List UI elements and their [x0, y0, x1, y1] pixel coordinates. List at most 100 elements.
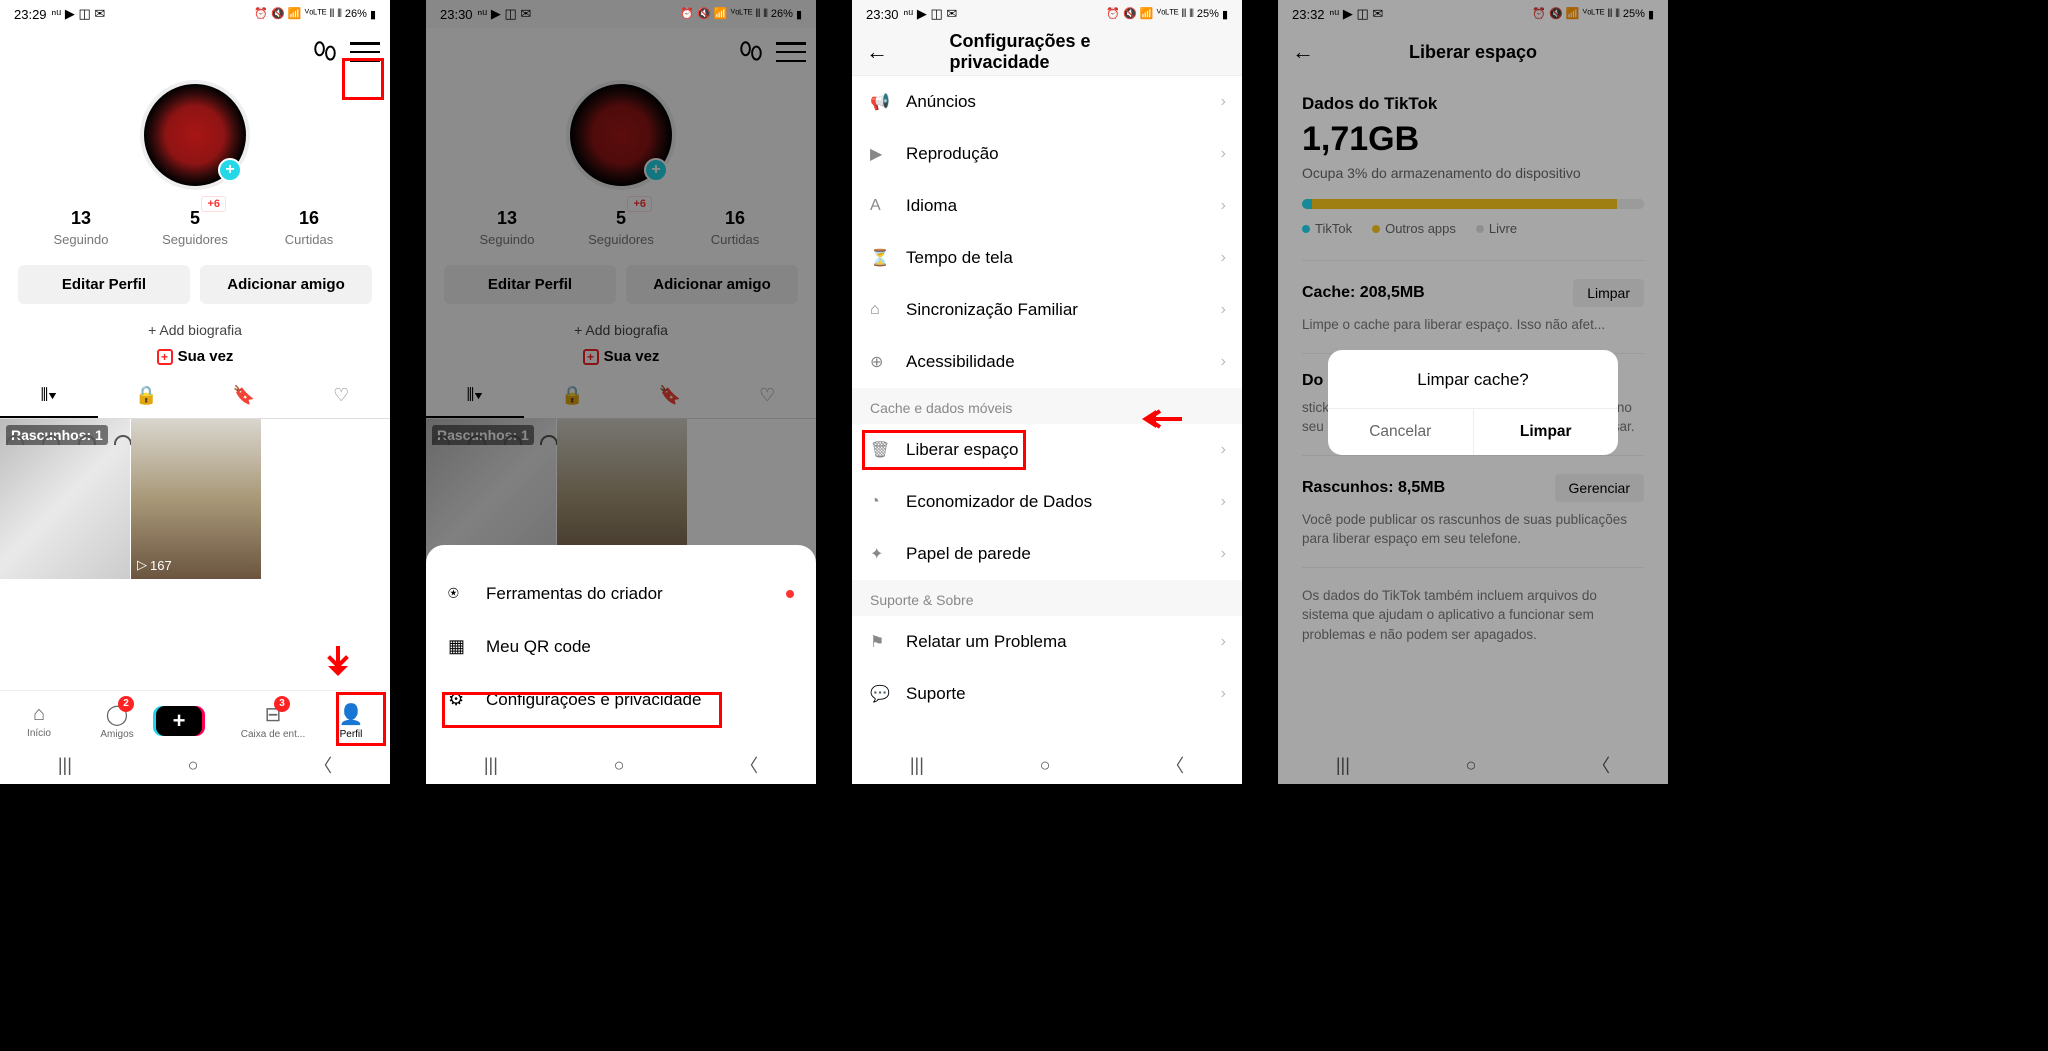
status-time: 23:30 [866, 7, 899, 22]
gauge-icon: ◔ [870, 493, 892, 511]
header-title: Configurações e privacidade [950, 31, 1145, 73]
battery-icon: ▮ [1222, 8, 1228, 21]
home-button[interactable]: ○ [1466, 755, 1477, 776]
profile-tabs: ⫴▾ 🔒 🔖 ♡ [0, 375, 390, 419]
phone-settings: 23:30 ⁿᵘ ▶ ◫ ✉ ⏰ 🔇 📶 ⱽᵒᴸᵀᴱ ⫴ ⫴ 25% ▮ ← C… [852, 0, 1242, 784]
drafts-cell[interactable]: Rascunhos: 1 [0, 419, 130, 579]
back-arrow-icon[interactable]: ← [1292, 39, 1314, 65]
footprint-icon[interactable] [312, 39, 338, 65]
item-accessibility[interactable]: ⊕Acessibilidade› [852, 336, 1242, 388]
stat-likes[interactable]: 16 Curtidas [252, 208, 366, 247]
android-nav: ||| ○ 〈 [426, 746, 816, 784]
recents-button[interactable]: ||| [58, 755, 72, 776]
add-bio-button[interactable]: + Add biografia [0, 310, 390, 344]
friends-icon: ◯ [78, 702, 156, 727]
tab-videos[interactable]: ⫴▾ [0, 375, 98, 418]
phone-storage: 23:32 ⁿᵘ ▶ ◫ ✉ ⏰ 🔇 📶 ⱽᵒᴸᵀᴱ ⫴ ⫴ 25% ▮ ← L… [1278, 0, 1668, 784]
status-notif-icons: ⁿᵘ ▶ ◫ ✉ [1330, 6, 1384, 22]
add-friend-button[interactable]: Adicionar amigo [200, 265, 372, 304]
battery-icon: ▮ [1648, 8, 1654, 21]
your-turn-button[interactable]: + Sua vez [0, 344, 390, 375]
home-icon: ⌂ [0, 703, 78, 726]
footer-note: Os dados do TikTok também incluem arquiv… [1302, 567, 1644, 645]
back-button[interactable]: 〈 [314, 752, 332, 778]
recents-button[interactable]: ||| [484, 755, 498, 776]
item-family[interactable]: ⌂Sincronização Familiar› [852, 284, 1242, 336]
sheet-qr-code[interactable]: ▦ Meu QR code [426, 620, 816, 673]
dialog-confirm-button[interactable]: Limpar [1474, 409, 1619, 455]
hourglass-icon: ⏳ [870, 248, 892, 268]
avatar-add-icon[interactable]: + [218, 158, 242, 182]
tab-liked[interactable]: ♡ [293, 375, 391, 418]
item-data-saver[interactable]: ◔Economizador de Dados› [852, 476, 1242, 528]
dialog-cancel-button[interactable]: Cancelar [1328, 409, 1474, 455]
arrow-annotation [324, 646, 352, 684]
sheet-settings[interactable]: ⚙ Configurações e privacidade [426, 673, 816, 726]
notification-dot [786, 590, 794, 598]
video-grid: Rascunhos: 1 ▷ 167 [0, 419, 390, 579]
trash-icon: 🗑 [870, 440, 892, 460]
profile-header [426, 28, 816, 76]
megaphone-icon: 📢 [870, 92, 892, 112]
profile-avatar[interactable]: + [140, 80, 250, 190]
menu-button[interactable] [350, 40, 380, 64]
home-button[interactable]: ○ [1040, 755, 1051, 776]
status-battery: 25% [1197, 8, 1219, 20]
android-nav: ||| ○ 〈 [852, 746, 1242, 784]
gear-icon: ⚙ [448, 689, 470, 710]
back-button[interactable]: 〈 [1166, 752, 1184, 778]
status-bar: 23:30 ⁿᵘ ▶ ◫ ✉ ⏰ 🔇 📶 ⱽᵒᴸᵀᴱ ⫴ ⫴ 26% ▮ [426, 0, 816, 28]
tab-private[interactable]: 🔒 [98, 375, 196, 418]
back-button[interactable]: 〈 [740, 752, 758, 778]
section-cache: Cache e dados móveis [852, 388, 1242, 424]
home-button[interactable]: ○ [188, 755, 199, 776]
item-wallpaper[interactable]: ✦Papel de parede› [852, 528, 1242, 580]
status-time: 23:30 [440, 7, 473, 22]
home-icon: ⌂ [870, 301, 892, 319]
home-button[interactable]: ○ [614, 755, 625, 776]
status-indicators: ⏰ 🔇 📶 ⱽᵒᴸᵀᴱ ⫴ ⫴ [254, 7, 342, 21]
footprint-icon [738, 39, 764, 65]
storage-legend: TikTok Outros apps Livre [1302, 221, 1644, 236]
status-time: 23:29 [14, 7, 47, 22]
play-icon: ▶ [870, 144, 892, 164]
item-free-space[interactable]: 🗑Liberar espaço› [852, 424, 1242, 476]
manage-drafts-button[interactable]: Gerenciar [1555, 474, 1644, 502]
stat-following[interactable]: 13 Seguindo [24, 208, 138, 247]
status-indicators: ⏰ 🔇 📶 ⱽᵒᴸᵀᴱ ⫴ ⫴ [1106, 7, 1194, 21]
dialog-title: Limpar cache? [1328, 350, 1618, 408]
chevron-right-icon: › [1221, 93, 1226, 111]
back-button[interactable]: 〈 [1592, 752, 1610, 778]
edit-profile-button[interactable]: Editar Perfil [18, 265, 190, 304]
bottom-sheet: ⍟ Ferramentas do criador ▦ Meu QR code ⚙… [426, 545, 816, 746]
back-arrow-icon[interactable]: ← [866, 39, 888, 65]
stat-followers[interactable]: +6 5 Seguidores [138, 208, 252, 247]
item-screentime[interactable]: ⏳Tempo de tela› [852, 232, 1242, 284]
item-playback[interactable]: ▶Reprodução› [852, 128, 1242, 180]
item-support[interactable]: 💬Suporte› [852, 668, 1242, 720]
action-row: Editar Perfil Adicionar amigo [0, 259, 390, 310]
clear-cache-button[interactable]: Limpar [1573, 279, 1644, 307]
drafts-section: Rascunhos: 8,5MB Gerenciar Você pode pub… [1302, 455, 1644, 549]
profile-icon: 👤 [312, 702, 390, 727]
nav-profile[interactable]: 👤Perfil [312, 702, 390, 740]
globe-icon: ⊕ [870, 352, 892, 372]
nav-create[interactable]: + [156, 706, 234, 736]
section-support: Suporte & Sobre [852, 580, 1242, 616]
tab-bookmark[interactable]: 🔖 [195, 375, 293, 418]
status-notif-icons: ⁿᵘ ▶ ◫ ✉ [478, 6, 532, 22]
item-language[interactable]: AIdioma› [852, 180, 1242, 232]
menu-button [776, 40, 806, 64]
sheet-creator-tools[interactable]: ⍟ Ferramentas do criador [426, 567, 816, 620]
status-notif-icons: ⁿᵘ ▶ ◫ ✉ [52, 6, 106, 22]
nav-inbox[interactable]: 3⊟Caixa de ent... [234, 702, 312, 740]
item-report[interactable]: ⚑Relatar um Problema› [852, 616, 1242, 668]
settings-list[interactable]: 📢Anúncios› ▶Reprodução› AIdioma› ⏳Tempo … [852, 76, 1242, 746]
nav-home[interactable]: ⌂Início [0, 703, 78, 739]
nav-friends[interactable]: 2◯Amigos [78, 702, 156, 740]
language-icon: A [870, 197, 892, 215]
recents-button[interactable]: ||| [910, 755, 924, 776]
video-cell[interactable]: ▷ 167 [131, 419, 261, 579]
item-ads[interactable]: 📢Anúncios› [852, 76, 1242, 128]
recents-button[interactable]: ||| [1336, 755, 1350, 776]
